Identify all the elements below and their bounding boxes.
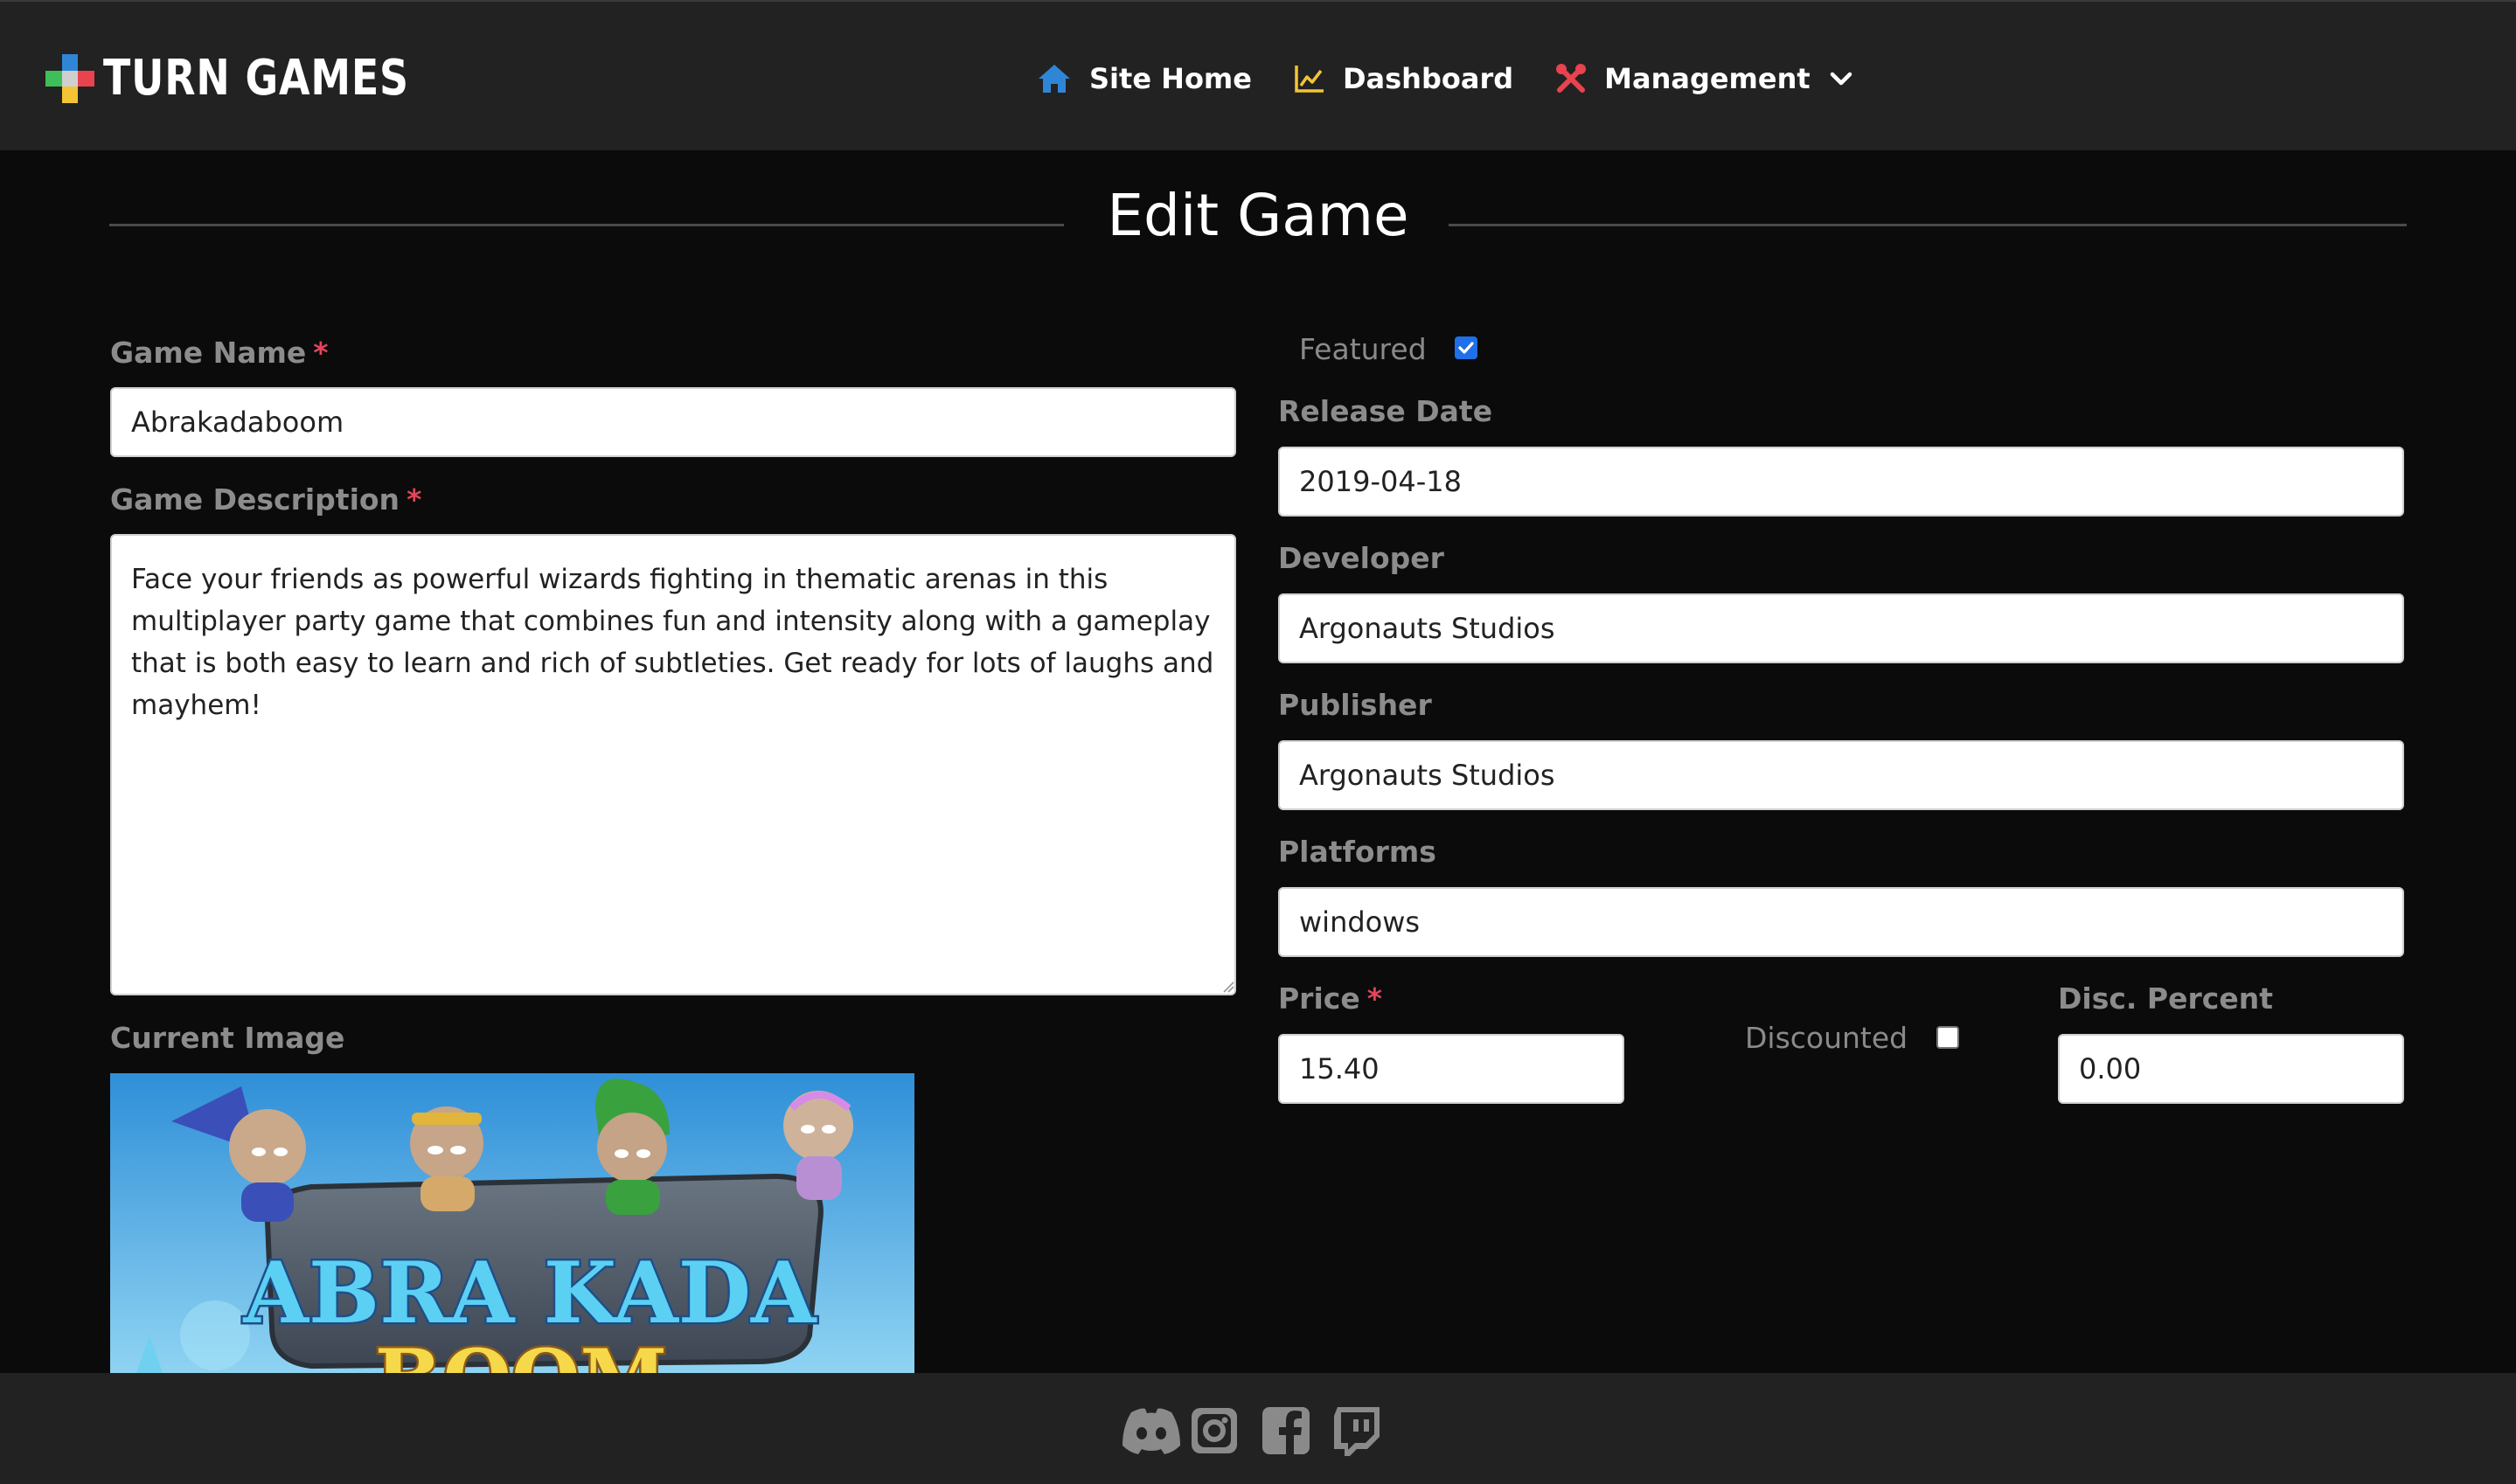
footer: [0, 1373, 2516, 1484]
discounted-checkbox[interactable]: [1936, 1026, 1959, 1049]
chevron-down-icon[interactable]: [1830, 71, 1852, 87]
title-divider-right: [1449, 224, 2407, 226]
developer-label: Developer: [1278, 541, 1444, 575]
game-name-label: Game Name *: [110, 336, 329, 370]
price-label-text: Price: [1278, 981, 1360, 1016]
current-game-image: ABRA KADA BOOM: [110, 1073, 914, 1373]
release-date-value: 2019-04-18: [1299, 465, 1462, 498]
required-marker: *: [1366, 981, 1382, 1016]
disc-percent-value: 0.00: [2079, 1052, 2142, 1085]
disc-percent-label: Disc. Percent: [2058, 981, 2273, 1016]
price-input[interactable]: 15.40: [1278, 1034, 1624, 1104]
chart-line-icon: [1294, 64, 1325, 94]
navbar: TURN GAMES Site Home Dashboard Managemen…: [0, 0, 2516, 150]
discord-icon[interactable]: [1119, 1405, 1184, 1463]
nav-dashboard-label: Dashboard: [1342, 62, 1514, 95]
platforms-input[interactable]: windows: [1278, 887, 2404, 957]
featured-checkbox[interactable]: [1455, 336, 1477, 359]
image-subtitle-text: BOOM: [375, 1332, 667, 1373]
disc-percent-input[interactable]: 0.00: [2058, 1034, 2404, 1104]
game-name-label-text: Game Name: [110, 336, 307, 370]
discounted-label: Discounted: [1745, 1021, 1908, 1055]
release-date-input[interactable]: 2019-04-18: [1278, 447, 2404, 517]
page-title: Edit Game: [1107, 182, 1409, 249]
image-title-text: ABRA KADA: [242, 1244, 817, 1342]
current-image-label: Current Image: [110, 1021, 345, 1055]
featured-label: Featured: [1299, 332, 1427, 366]
required-marker: *: [407, 482, 422, 517]
social-links: [1119, 1405, 1381, 1463]
price-label: Price *: [1278, 981, 1382, 1016]
nav-management[interactable]: Management: [1555, 62, 1852, 95]
tools-icon: [1555, 63, 1587, 94]
game-description-value: Face your friends as powerful wizards fi…: [131, 564, 1214, 721]
game-name-input[interactable]: Abrakadaboom: [110, 387, 1236, 457]
facebook-icon[interactable]: [1261, 1405, 1311, 1463]
publisher-label: Publisher: [1278, 688, 1432, 722]
twitch-icon[interactable]: [1331, 1405, 1381, 1463]
required-marker: *: [313, 336, 329, 370]
nav-dashboard[interactable]: Dashboard: [1294, 62, 1513, 95]
developer-value: Argonauts Studios: [1299, 612, 1555, 645]
publisher-input[interactable]: Argonauts Studios: [1278, 740, 2404, 810]
nav-site-home[interactable]: Site Home: [1037, 62, 1252, 95]
brand-logo[interactable]: TURN GAMES: [45, 52, 476, 105]
game-name-value: Abrakadaboom: [131, 406, 344, 439]
game-description-label: Game Description *: [110, 482, 421, 517]
game-description-label-text: Game Description: [110, 482, 400, 517]
resize-handle-icon[interactable]: [1222, 981, 1234, 993]
platforms-value: windows: [1299, 905, 1421, 939]
release-date-label: Release Date: [1278, 394, 1493, 428]
home-icon: [1037, 63, 1072, 94]
platforms-label: Platforms: [1278, 835, 1436, 869]
price-value: 15.40: [1299, 1052, 1380, 1085]
instagram-icon[interactable]: [1189, 1405, 1240, 1463]
checkmark-icon: [1458, 342, 1474, 354]
developer-input[interactable]: Argonauts Studios: [1278, 593, 2404, 663]
nav-site-home-label: Site Home: [1089, 62, 1252, 95]
nav-management-label: Management: [1604, 62, 1811, 95]
nav-links: Site Home Dashboard Management: [1037, 58, 1852, 100]
brand-name: TURN GAMES: [103, 50, 409, 107]
title-row: Edit Game: [109, 173, 2407, 252]
game-description-textarea[interactable]: Face your friends as powerful wizards fi…: [110, 534, 1236, 995]
publisher-value: Argonauts Studios: [1299, 759, 1555, 792]
logo-plus-icon: [45, 54, 94, 103]
